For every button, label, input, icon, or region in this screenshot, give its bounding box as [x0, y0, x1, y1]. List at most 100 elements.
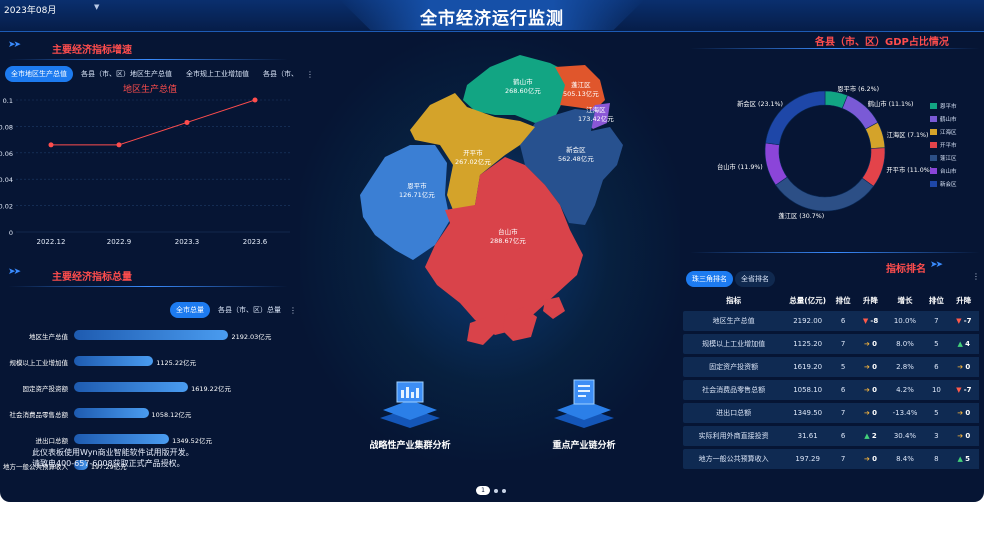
growth-value: 30.4% — [885, 426, 925, 446]
bar-category-label: 固定资产投资额 — [22, 385, 69, 393]
tab-county-gdp[interactable]: 各县（市、区）地区生产总值 — [75, 66, 178, 82]
rank-value: 7 — [830, 403, 856, 423]
indicator-name: 规模以上工业增加值 — [683, 334, 785, 354]
more-menu-icon[interactable]: ⋮ — [306, 70, 314, 79]
change-number: -7 — [963, 317, 972, 325]
page-dot[interactable] — [494, 488, 498, 493]
data-point — [116, 142, 122, 148]
map-label-kaiping: 开平市 267.02亿元 — [455, 149, 491, 166]
tab-county-more[interactable]: 各县（市、 — [257, 66, 304, 82]
bar-value-label: 1058.12亿元 — [151, 411, 192, 419]
tab-province-rank[interactable]: 全省排名 — [735, 271, 775, 287]
tab-prd-rank[interactable]: 珠三角排名 — [686, 271, 733, 287]
series-line — [51, 99, 256, 146]
data-point — [252, 97, 258, 103]
watermark: 此仪表板使用Wyn商业智能软件试用版开发。 请致电400-657-6008获取正… — [32, 447, 194, 469]
legend-label: 新会区 — [940, 182, 957, 188]
dashboard-screen: 全市经济运行监测 2023年08月 ▼ ➤➤ 主要经济指标增速 全市地区生产总值… — [0, 0, 984, 502]
col-header: 指标 — [726, 295, 742, 305]
total-panel-title: ➤➤ 主要经济指标总量 — [8, 267, 132, 283]
data-point — [48, 142, 54, 148]
rank-value: 7 — [830, 334, 856, 354]
col-header: 总量(亿元) — [789, 295, 827, 305]
feature-industry-cluster[interactable]: 战略性产业集群分析 — [350, 378, 470, 451]
date-selector[interactable]: 2023年08月 ▼ — [4, 3, 100, 16]
legend-item[interactable]: 台山市 — [930, 167, 957, 175]
more-menu-icon[interactable]: ⋮ — [972, 272, 980, 281]
divider — [8, 59, 288, 60]
rank-value: 8 — [924, 449, 949, 469]
document-cube-icon — [554, 379, 614, 428]
change-number: 0 — [872, 363, 877, 371]
y-tick-label: 0.1 — [3, 97, 13, 105]
page-dot[interactable] — [502, 488, 506, 493]
map-label-xinhui: 新会区 562.48亿元 — [558, 146, 594, 163]
table-row[interactable]: 地方一般公共预算收入 197.29 7 ➔ 0 8.4% 8 ▲ 5 — [683, 449, 979, 469]
change-value: ➔ 0 — [948, 357, 979, 377]
bar[interactable] — [74, 434, 170, 444]
legend-label: 江海区 — [940, 130, 957, 136]
bar-value-label: 1349.52亿元 — [172, 437, 212, 445]
bar-value-label: 2192.03亿元 — [231, 333, 272, 341]
x-tick-label: 2023.3 — [175, 238, 200, 246]
rank-value: 5 — [924, 334, 949, 354]
change-value: ➔ 0 — [855, 357, 886, 377]
total-value: 1058.10 — [784, 380, 831, 400]
more-menu-icon[interactable]: ⋮ — [289, 306, 297, 315]
arrow-down-icon: ▼ — [956, 386, 964, 394]
indicator-name: 地方一般公共预算收入 — [683, 449, 785, 469]
bar-category-label: 社会消费品零售总额 — [9, 411, 69, 419]
legend-item[interactable]: 鹤山市 — [930, 115, 957, 123]
table-row[interactable]: 规模以上工业增加值 1125.20 7 ➔ 0 8.0% 5 ▲ 4 — [683, 334, 979, 354]
legend-item[interactable]: 开平市 — [930, 141, 957, 149]
legend-item[interactable]: 新会区 — [930, 180, 957, 188]
watermark-line-1: 此仪表板使用Wyn商业智能软件试用版开发。 — [32, 448, 194, 457]
table-row[interactable]: 固定资产投资额 1619.20 5 ➔ 0 2.8% 6 ➔ 0 — [683, 357, 979, 377]
change-value: ➔ 0 — [855, 334, 886, 354]
feature-key-chain[interactable]: 重点产业链分析 — [524, 378, 644, 451]
total-value: 197.29 — [784, 449, 831, 469]
arrow-right-icon: ➔ — [864, 386, 873, 394]
legend-swatch — [930, 103, 937, 109]
growth-tabs: 全市地区生产总值 各县（市、区）地区生产总值 全市规上工业增加值 各县（市、 ⋮ — [5, 66, 314, 82]
change-value: ▼ -8 — [855, 311, 886, 331]
bar-value-label: 1619.22亿元 — [191, 385, 231, 393]
change-number: -8 — [870, 317, 879, 325]
legend-swatch — [930, 129, 937, 135]
change-value: ➔ 0 — [855, 449, 886, 469]
change-value: ➔ 0 — [855, 380, 886, 400]
tab-industry[interactable]: 全市规上工业增加值 — [180, 66, 255, 82]
map-island — [543, 297, 565, 319]
growth-value: 8.0% — [885, 334, 925, 354]
rank-value: 5 — [924, 403, 949, 423]
tab-city-gdp[interactable]: 全市地区生产总值 — [5, 66, 73, 82]
legend-item[interactable]: 恩平市 — [930, 102, 957, 110]
arrow-up-icon: ▲ — [957, 455, 966, 463]
indicator-name: 固定资产投资额 — [683, 357, 785, 377]
arrow-deco-icon: ➤➤ — [8, 40, 21, 50]
legend-item[interactable]: 蓬江区 — [930, 154, 957, 162]
bar[interactable] — [74, 408, 149, 418]
tab-county-total[interactable]: 各县（市、区）总量 — [212, 302, 287, 318]
gdp-growth-line-chart: 0.1 0.08 0.06 0.04 0.02 0 2022.12 2022.9 2023.3 2… — [0, 97, 290, 246]
legend-item[interactable]: 江海区 — [930, 128, 957, 136]
change-number: 0 — [872, 409, 877, 417]
arrow-deco-icon: ➤➤ — [930, 260, 943, 270]
feature-label: 重点产业链分析 — [552, 441, 616, 451]
tab-city-total[interactable]: 全市总量 — [170, 302, 210, 318]
rank-value: 10 — [924, 380, 949, 400]
page-current[interactable]: 1 — [476, 486, 490, 495]
y-tick-label: 0.02 — [0, 203, 13, 211]
bar[interactable] — [74, 356, 154, 366]
slice-label: 开平市 (11.0%) — [886, 167, 933, 175]
table-row[interactable]: 进出口总额 1349.50 7 ➔ 0 -13.4% 5 ➔ 0 — [683, 403, 979, 423]
table-row[interactable]: 实际利用外商直接投资 31.61 6 ▲ 2 30.4% 3 ➔ 0 — [683, 426, 979, 446]
divider — [8, 286, 288, 287]
page-indicator: 1 — [476, 486, 506, 495]
bar[interactable] — [74, 382, 189, 392]
rank-value: 7 — [830, 449, 856, 469]
table-row[interactable]: 地区生产总值 2192.00 6 ▼ -8 10.0% 7 ▼ -7 — [683, 311, 979, 331]
bar[interactable] — [74, 330, 229, 340]
table-row[interactable]: 社会消费品零售总额 1058.10 6 ➔ 0 4.2% 10 ▼ -7 — [683, 380, 979, 400]
map-region-enping[interactable] — [360, 145, 450, 260]
